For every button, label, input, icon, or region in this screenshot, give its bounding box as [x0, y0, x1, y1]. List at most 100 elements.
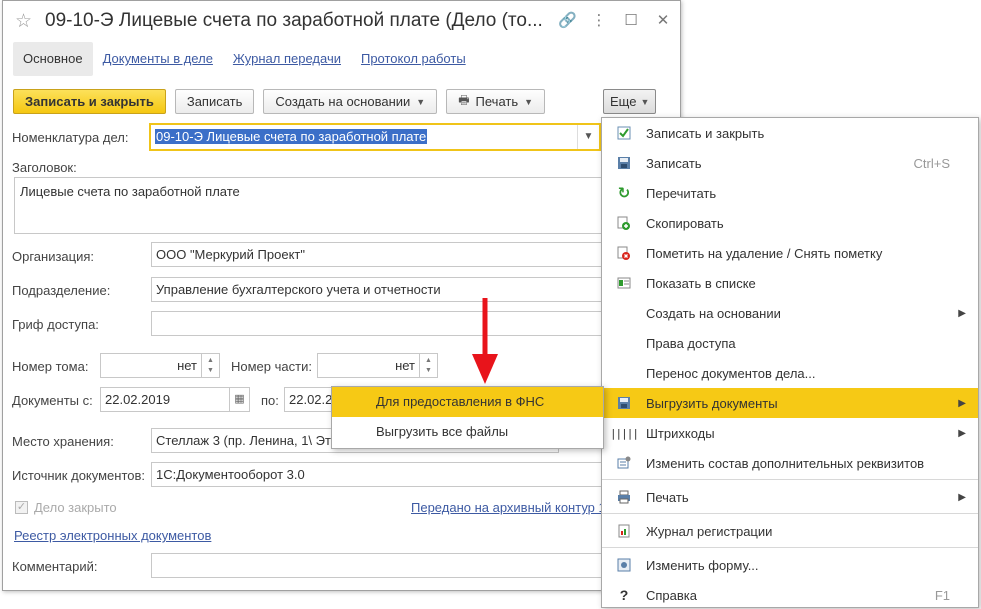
access-field[interactable] — [151, 311, 606, 336]
menu-item-label: Журнал регистрации — [646, 523, 773, 539]
print-label: Печать — [475, 94, 519, 109]
menu-item-label: Изменить форму... — [646, 557, 759, 573]
heading-textarea[interactable]: Лицевые счета по заработной плате — [14, 177, 604, 234]
menu-item-copy[interactable]: Скопировать — [602, 208, 978, 238]
submenu-item-fns[interactable]: Для предоставления в ФНС — [332, 387, 603, 417]
menu-item-barcodes[interactable]: ||||| Штрихкоды ▶ — [602, 418, 978, 448]
favorite-star-icon[interactable]: ☆ — [15, 10, 32, 33]
source-label: Источник документов: — [12, 468, 146, 483]
tab-documents[interactable]: Документы в деле — [93, 42, 223, 76]
maximize-icon[interactable]: ☐ — [622, 11, 640, 31]
save-label: Записать — [186, 94, 243, 109]
menu-item-transfer-docs[interactable]: Перенос документов дела... — [602, 358, 978, 388]
save-close-icon — [616, 125, 632, 141]
menu-separator — [602, 479, 978, 480]
more-label: Еще — [610, 94, 637, 109]
menu-item-refresh[interactable]: ↻ Перечитать — [602, 178, 978, 208]
nomenclature-field[interactable]: 09-10-Э Лицевые счета по заработной плат… — [149, 123, 601, 151]
docs-from-label: Документы с: — [12, 393, 93, 408]
empty-icon-slot — [616, 305, 632, 321]
menu-item-shortcut: F1 — [934, 587, 950, 603]
volume-label: Номер тома: — [12, 359, 89, 374]
source-field[interactable]: 1С:Документооборот 3.0 — [151, 462, 606, 487]
barcode-icon: ||||| — [609, 426, 639, 440]
menu-item-label: Выгрузить документы — [646, 395, 778, 411]
menu-item-save-close[interactable]: Записать и закрыть — [602, 118, 978, 148]
menu-item-label: Создать на основании — [646, 305, 781, 321]
dept-value: Управление бухгалтерского учета и отчетн… — [156, 282, 441, 297]
tab-main[interactable]: Основное — [13, 42, 93, 76]
docs-to-label: по: — [261, 393, 279, 408]
chevron-right-icon: ▶ — [958, 307, 966, 319]
command-bar: Записать и закрыть Записать Создать на о… — [13, 89, 546, 114]
help-icon: ? — [619, 587, 629, 603]
more-icon[interactable]: ⋮ — [590, 11, 608, 31]
menu-item-change-form[interactable]: Изменить форму... — [602, 550, 978, 580]
closed-label: Дело закрыто — [34, 500, 117, 515]
docs-from-value: 22.02.2019 — [105, 392, 171, 407]
floppy-icon — [616, 155, 632, 171]
menu-item-save[interactable]: Записать Ctrl+S — [602, 148, 978, 178]
chevron-right-icon: ▶ — [958, 397, 966, 409]
volume-value: нет — [177, 358, 197, 373]
menu-separator — [602, 513, 978, 514]
create-based-label: Создать на основании — [275, 94, 411, 109]
print-button[interactable]: 🖶 Печать ▼ — [446, 89, 546, 114]
menu-item-label: Штрихкоды — [646, 425, 715, 441]
menu-item-mark-delete[interactable]: Пометить на удаление / Снять пометку — [602, 238, 978, 268]
dropdown-icon[interactable]: ▼ — [577, 125, 599, 149]
save-button[interactable]: Записать — [174, 89, 255, 114]
export-icon — [616, 395, 632, 411]
access-label: Гриф доступа: — [12, 317, 99, 332]
menu-item-label: Пометить на удаление / Снять пометку — [646, 245, 883, 261]
menu-item-label: Записать — [646, 155, 702, 171]
menu-item-label: Скопировать — [646, 215, 724, 231]
tab-work-protocol[interactable]: Протокол работы — [351, 42, 476, 76]
empty-icon-slot — [616, 365, 632, 381]
calendar-icon[interactable]: ▦ — [229, 388, 249, 411]
delete-mark-icon — [616, 245, 632, 261]
comment-field[interactable] — [151, 553, 606, 578]
menu-item-edit-attributes[interactable]: Изменить состав дополнительных реквизито… — [602, 448, 978, 478]
docs-to-value: 22.02.2 — [289, 392, 333, 407]
menu-item-show-in-list[interactable]: Показать в списке — [602, 268, 978, 298]
link-icon[interactable]: 🔗 — [558, 11, 577, 31]
more-button[interactable]: Еще ▼ — [603, 89, 657, 114]
submenu-item-all-files[interactable]: Выгрузить все файлы — [332, 417, 603, 447]
org-label: Организация: — [12, 249, 95, 264]
volume-field[interactable]: нет ▲ ▼ — [100, 353, 220, 378]
org-value: ООО "Меркурий Проект" — [156, 247, 305, 262]
volume-stepper[interactable]: ▲ ▼ — [201, 354, 219, 377]
storage-label: Место хранения: — [12, 434, 114, 449]
part-stepper[interactable]: ▲ ▼ — [419, 354, 437, 377]
heading-value: Лицевые счета по заработной плате — [20, 184, 240, 199]
menu-item-export-docs[interactable]: Выгрузить документы ▶ — [602, 388, 978, 418]
menu-item-shortcut: Ctrl+S — [913, 155, 950, 171]
menu-item-access-rights[interactable]: Права доступа — [602, 328, 978, 358]
part-field[interactable]: нет ▲ ▼ — [317, 353, 438, 378]
docs-from-field[interactable]: 22.02.2019 ▦ — [100, 387, 250, 412]
archive-link[interactable]: Передано на архивный контур 1 — [411, 500, 606, 515]
menu-item-help[interactable]: ? Справка F1 — [602, 580, 978, 609]
tab-transfer-log[interactable]: Журнал передачи — [223, 42, 351, 76]
create-based-button[interactable]: Создать на основании ▼ — [263, 89, 438, 114]
menu-item-label: Печать — [646, 489, 689, 505]
menu-item-label: Перечитать — [646, 185, 717, 201]
chevron-right-icon: ▶ — [958, 427, 966, 439]
attributes-icon — [616, 455, 632, 471]
window-title: 09-10-Э Лицевые счета по заработной плат… — [45, 10, 543, 31]
menu-item-create-based[interactable]: Создать на основании ▶ — [602, 298, 978, 328]
registry-link[interactable]: Реестр электронных документов — [14, 528, 211, 543]
menu-item-label: Показать в списке — [646, 275, 756, 291]
close-icon[interactable]: ✕ — [654, 11, 672, 31]
chevron-down-icon: ▼ — [640, 96, 650, 107]
menu-item-print[interactable]: Печать ▶ — [602, 482, 978, 512]
menu-item-event-log[interactable]: Журнал регистрации — [602, 516, 978, 546]
chevron-right-icon: ▶ — [958, 491, 966, 503]
dept-field[interactable]: Управление бухгалтерского учета и отчетн… — [151, 277, 606, 302]
save-close-button[interactable]: Записать и закрыть — [13, 89, 166, 114]
heading-label: Заголовок: — [12, 160, 77, 175]
form-tabs: Основное Документы в деле Журнал передач… — [13, 42, 476, 76]
org-field[interactable]: ООО "Меркурий Проект" — [151, 242, 606, 267]
closed-checkbox[interactable]: ✓ — [15, 501, 28, 514]
